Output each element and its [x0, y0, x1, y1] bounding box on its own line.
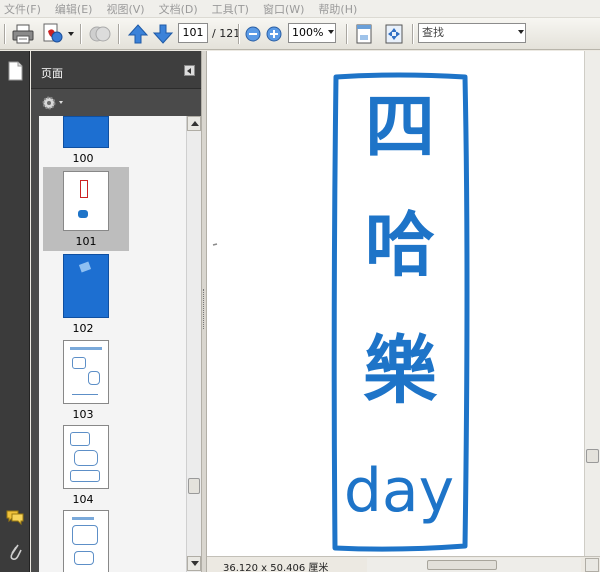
thumbnail-label: 104 — [72, 493, 94, 506]
thumbnail-sketch-mark — [72, 389, 98, 395]
status-bar: 36.120 x 50.406 厘米 — [207, 556, 600, 572]
page-total: / 121 — [212, 27, 241, 40]
scroll-thumb[interactable] — [586, 449, 599, 463]
thumbnail-item-selected[interactable]: 101 — [43, 167, 129, 251]
toolbar-separator — [238, 24, 240, 44]
toolbar-separator — [412, 24, 414, 44]
thumbnail-page — [63, 510, 109, 572]
chevron-down-icon — [191, 561, 199, 566]
sign-char-ha: 哈 — [365, 204, 435, 286]
zoom-out-icon[interactable] — [244, 22, 262, 46]
scroll-corner — [585, 558, 599, 572]
options-dropdown-icon[interactable] — [59, 101, 63, 104]
thumbnail-label: 103 — [72, 408, 94, 421]
zoom-dropdown-icon[interactable] — [328, 30, 334, 34]
thumbnail-page — [63, 340, 109, 404]
horizontal-scrollbar[interactable] — [367, 558, 581, 572]
chevron-left-icon — [187, 68, 191, 74]
thumbnail-label: 102 — [72, 322, 94, 335]
thumbnail-item[interactable]: 104 — [39, 425, 186, 507]
menu-view[interactable]: 视图(V) — [106, 1, 144, 17]
thumbnail-page — [63, 254, 109, 318]
menu-window[interactable]: 窗口(W) — [263, 1, 304, 17]
zoom-in-icon[interactable] — [265, 22, 283, 46]
find-dropdown-icon[interactable] — [518, 30, 524, 34]
document-view[interactable]: 四 哈 樂 day — [207, 51, 584, 556]
thumbnail-sketch-mark — [70, 470, 100, 482]
sign-char-lok: 樂 — [363, 328, 438, 414]
scroll-up-button[interactable] — [187, 116, 201, 131]
fit-page-icon[interactable] — [354, 22, 374, 46]
thumbnail-sketch-mark — [72, 357, 86, 369]
panel-title: 页面 — [41, 67, 63, 80]
panel-header: 页面 — [31, 51, 201, 89]
panel-options — [31, 90, 201, 116]
thumbnail-item[interactable] — [39, 510, 186, 572]
horizontal-scroll-thumb[interactable] — [427, 560, 497, 570]
thumbnail-sketch-mark — [78, 210, 88, 218]
chevron-up-icon — [191, 121, 199, 126]
menu-file[interactable]: 文件(F) — [4, 1, 41, 17]
comments-icon[interactable] — [6, 509, 24, 525]
collapse-panel-button[interactable] — [184, 65, 195, 76]
toolbar-separator — [80, 24, 82, 44]
splitter-grip — [203, 289, 205, 329]
menu-document[interactable]: 文档(D) — [159, 1, 198, 17]
page-size-readout: 36.120 x 50.406 厘米 — [223, 563, 329, 572]
thumbnail-sketch-mark — [78, 261, 92, 273]
toolbar-grip — [4, 24, 6, 44]
thumbnail-page — [63, 171, 109, 231]
scroll-down-button[interactable] — [187, 556, 201, 571]
handwritten-sign-page: 四 哈 樂 day — [212, 72, 470, 552]
thumbnail-sketch-mark — [72, 525, 98, 545]
pages-icon[interactable] — [7, 61, 23, 81]
thumbnail-page — [63, 425, 109, 489]
menu-tools[interactable]: 工具(T) — [212, 1, 249, 17]
page-thumbnails: 100 101 102 103 104 — [39, 116, 186, 572]
create-pdf-dropdown-icon[interactable] — [68, 32, 74, 36]
menu-edit[interactable]: 编辑(E) — [55, 1, 93, 17]
thumbnail-label: 100 — [72, 152, 94, 165]
thumbnail-item[interactable]: 100 — [39, 116, 186, 166]
thumbnail-sketch-mark — [70, 347, 102, 350]
menu-help[interactable]: 帮助(H) — [318, 1, 357, 17]
sign-word-day: day — [344, 456, 454, 526]
toolbar-separator — [346, 24, 348, 44]
toolbar: 101 / 121 100% 查找 — [0, 18, 600, 50]
previous-page-icon[interactable] — [127, 22, 149, 46]
find-input[interactable]: 查找 — [418, 23, 526, 43]
thumbnail-sketch-mark — [72, 517, 94, 520]
scroll-thumb[interactable] — [188, 478, 200, 494]
acrobat-window: 文件(F) 编辑(E) 视图(V) 文档(D) 工具(T) 窗口(W) 帮助(H… — [0, 0, 600, 572]
thumbnail-sketch-mark — [70, 432, 90, 446]
collaborate-icon — [89, 26, 111, 42]
thumbnail-sketch-mark — [74, 551, 94, 565]
thumbnails-scrollbar[interactable] — [186, 116, 201, 572]
full-screen-icon[interactable] — [383, 22, 405, 46]
thumbnail-item[interactable]: 102 — [39, 254, 186, 336]
create-pdf-icon[interactable] — [40, 22, 66, 46]
sign-char-si: 四 — [365, 86, 435, 168]
thumbnail-page — [63, 116, 109, 148]
navigation-pane — [0, 51, 30, 572]
page-number-input[interactable]: 101 — [178, 23, 208, 43]
toolbar-separator — [118, 24, 120, 44]
attachment-icon[interactable] — [8, 541, 22, 561]
gear-icon[interactable] — [41, 95, 57, 111]
thumbnail-sketch-mark — [74, 450, 98, 466]
menu-bar: 文件(F) 编辑(E) 视图(V) 文档(D) 工具(T) 窗口(W) 帮助(H… — [0, 0, 600, 18]
document-scrollbar[interactable] — [584, 51, 600, 556]
thumbnail-item[interactable]: 103 — [39, 340, 186, 422]
thumbnail-label: 101 — [75, 235, 97, 248]
thumbnail-sketch-mark — [88, 371, 100, 385]
thumbnail-sketch-mark — [80, 180, 88, 198]
print-icon[interactable] — [11, 22, 35, 46]
next-page-icon[interactable] — [152, 22, 174, 46]
